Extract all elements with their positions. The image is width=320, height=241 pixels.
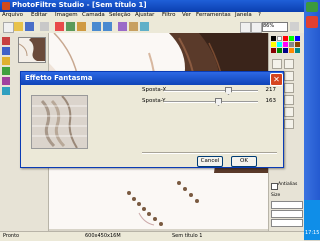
status-document: Sem título 1 <box>172 233 203 239</box>
open-icon[interactable] <box>14 22 23 31</box>
title-bar: PhotoFiltre Studio - [Sem título 1] <box>0 0 320 12</box>
palette-black[interactable] <box>271 36 276 41</box>
print-icon[interactable] <box>40 22 49 31</box>
paste-icon[interactable] <box>77 22 86 31</box>
ghost-effect-dialog: Effetto Fantasma ✕ Sposta-X 217 Sposta-Y… <box>20 71 284 168</box>
new-icon[interactable] <box>3 22 14 33</box>
spostay-label: Sposta-Y <box>142 98 166 104</box>
spostay-slider[interactable] <box>215 98 222 106</box>
shape-tool-icon[interactable] <box>284 119 294 129</box>
effect-preview <box>31 95 88 149</box>
cyan-swatch-icon[interactable] <box>2 87 10 95</box>
menu-help[interactable]: ? <box>258 12 261 18</box>
cancel-button[interactable]: Cancel <box>197 156 223 167</box>
menu-camada[interactable]: Camada <box>82 12 105 18</box>
menu-arquivo[interactable]: Arquivo <box>2 12 23 18</box>
menu-ver[interactable]: Ver <box>182 12 191 18</box>
green-swatch-icon[interactable] <box>2 67 10 75</box>
palette-magenta[interactable] <box>283 42 288 47</box>
app-icon[interactable] <box>2 2 10 10</box>
palette-gray[interactable] <box>289 42 294 47</box>
window-title: PhotoFiltre Studio - [Sem título 1] <box>12 1 147 9</box>
menu-ferramentas[interactable]: Ferramentas <box>196 12 231 18</box>
yellow-swatch-icon[interactable] <box>2 57 10 65</box>
redo-icon[interactable] <box>103 22 112 31</box>
lasso-tool-icon[interactable] <box>284 59 294 69</box>
palette-yellow[interactable] <box>271 42 276 47</box>
size-label: Size <box>271 193 281 198</box>
layer-icon[interactable] <box>140 22 149 31</box>
copy-icon[interactable] <box>66 22 75 31</box>
antialias-checkbox[interactable] <box>271 183 278 190</box>
ok-button[interactable]: OK <box>231 156 257 167</box>
menu-selecao[interactable]: Seleção <box>109 12 131 18</box>
start-button[interactable] <box>306 2 318 12</box>
image-thumbnail[interactable] <box>18 37 46 63</box>
spostay-value: 163 <box>265 98 277 104</box>
spostax-value: 217 <box>265 87 277 93</box>
toolbar: 86% <box>0 20 304 34</box>
dialog-title-bar: Effetto Fantasma ✕ <box>21 72 283 86</box>
palette-blue[interactable] <box>295 36 300 41</box>
menu-janela[interactable]: Janela <box>235 12 252 18</box>
menu-editar[interactable]: Editar <box>31 12 47 18</box>
adjust-icon[interactable] <box>129 22 138 31</box>
palette-navy[interactable] <box>283 48 288 53</box>
red-swatch-icon[interactable] <box>2 37 10 45</box>
palette-green[interactable] <box>289 36 294 41</box>
zoom-value: 86% <box>263 23 275 29</box>
palette-orange[interactable] <box>289 48 294 53</box>
palette-darkred[interactable] <box>271 48 276 53</box>
text-tool-icon[interactable] <box>284 95 294 105</box>
antialias-label: Antialias <box>278 182 298 187</box>
close-icon[interactable]: ✕ <box>270 73 283 86</box>
spostay-track <box>164 101 258 103</box>
spostax-slider[interactable] <box>225 87 232 95</box>
purple-swatch-icon[interactable] <box>2 77 10 85</box>
taskbar-app-icon[interactable] <box>306 16 318 28</box>
blue-swatch-icon[interactable] <box>2 47 10 55</box>
zoom-out-icon[interactable] <box>251 22 262 33</box>
palette-red[interactable] <box>283 36 288 41</box>
preview-image <box>32 96 87 148</box>
menu-bar: Arquivo Editar Imagem Camada Seleção Aju… <box>0 12 304 20</box>
line-style-option-3[interactable] <box>271 219 303 227</box>
palette-teal[interactable] <box>295 48 300 53</box>
spostax-track <box>164 90 258 92</box>
palette-darkgreen[interactable] <box>277 48 282 53</box>
zoom-select[interactable]: 86% <box>262 22 288 32</box>
status-ready: Pronto <box>3 233 20 239</box>
thumbnail-image <box>18 38 45 62</box>
cut-icon[interactable] <box>55 22 64 31</box>
select-tool-icon[interactable] <box>272 59 282 69</box>
filter-icon[interactable] <box>118 22 127 31</box>
status-dimensions: 600x450x16M <box>85 233 121 239</box>
palette-white[interactable] <box>277 36 282 41</box>
menu-imagem[interactable]: Imagem <box>55 12 78 18</box>
line-style-option-2[interactable] <box>271 210 303 218</box>
taskbar-clock: 17:15 <box>305 230 320 236</box>
undo-icon[interactable] <box>92 22 101 31</box>
zoom-in-icon[interactable] <box>240 22 251 33</box>
line-style-option-1[interactable] <box>271 201 303 209</box>
save-icon[interactable] <box>25 22 34 31</box>
spostax-label: Sposta-X <box>142 87 167 93</box>
menu-ajustar[interactable]: Ajustar <box>135 12 154 18</box>
palette-brown[interactable] <box>295 42 300 47</box>
menu-filtro[interactable]: Filtro <box>162 12 175 18</box>
dialog-separator <box>142 152 277 154</box>
pencil-tool-icon[interactable] <box>284 71 294 81</box>
picker-tool-icon[interactable] <box>284 83 294 93</box>
fit-icon[interactable] <box>290 22 299 31</box>
dialog-title: Effetto Fantasma <box>25 74 93 82</box>
hand-tool-icon[interactable] <box>284 107 294 117</box>
palette-cyan[interactable] <box>277 42 282 47</box>
